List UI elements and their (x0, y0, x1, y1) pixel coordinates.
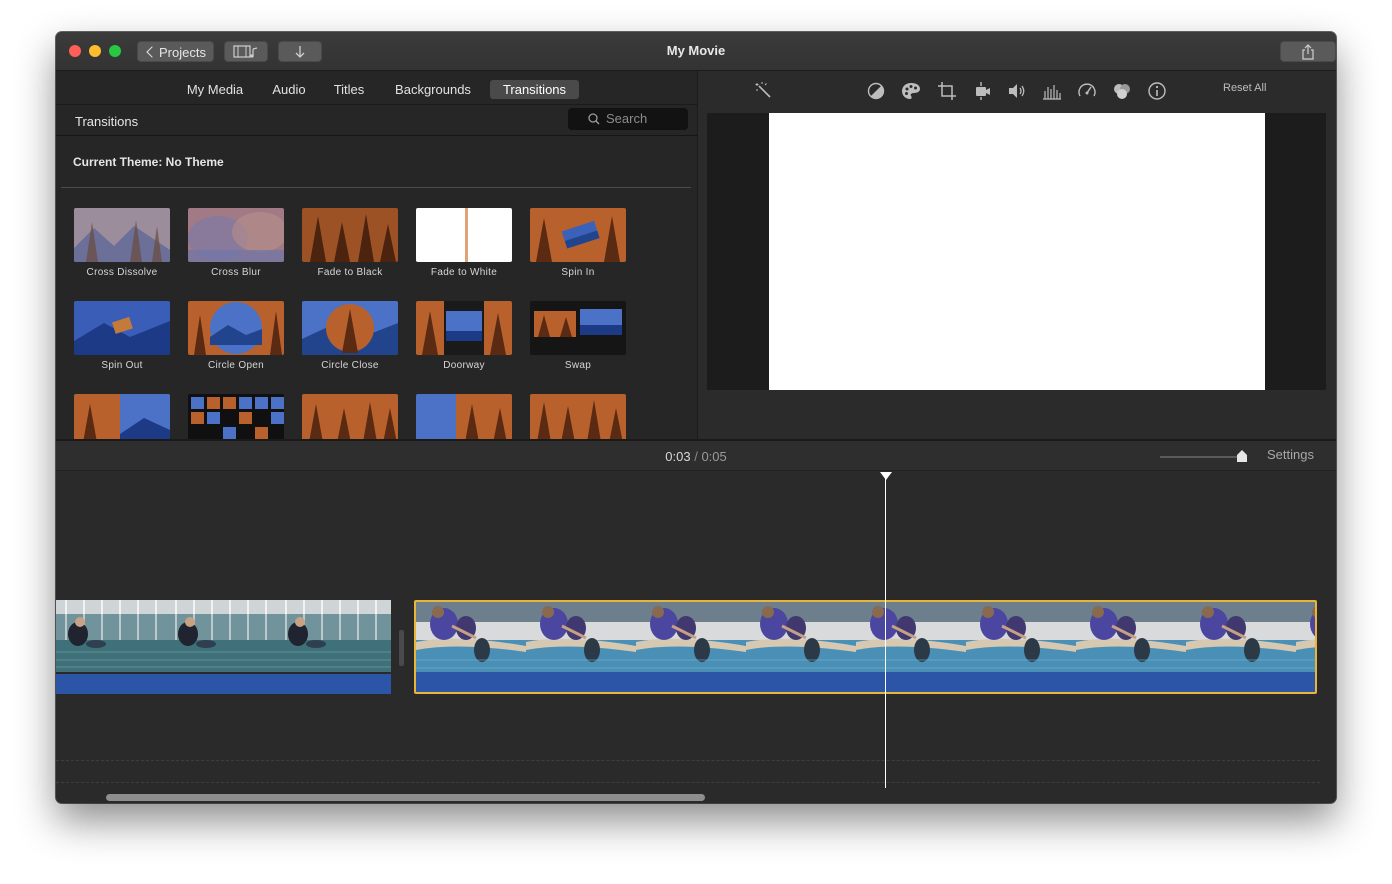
crop-icon (938, 82, 956, 100)
color-correction-icon (902, 83, 920, 99)
transition-label: Circle Open (207, 360, 265, 371)
clip-video-track (416, 602, 1315, 676)
color-correction-button[interactable] (901, 81, 921, 101)
transition-label: Doorway (443, 360, 485, 371)
color-balance-icon (867, 82, 885, 100)
transition-thumb-cross-dissolve[interactable] (74, 208, 170, 262)
clip-video-track (56, 600, 391, 673)
transition-thumb-circle-open[interactable] (188, 301, 284, 355)
info-icon (1148, 82, 1166, 100)
speed-icon (1078, 83, 1096, 97)
transition-thumb-circle-close[interactable] (302, 301, 398, 355)
noise-reduction-button[interactable] (1112, 81, 1132, 101)
noise-reduction-icon (1114, 84, 1130, 99)
transition-label: Circle Close (321, 360, 379, 371)
current-time: 0:03 (665, 449, 691, 464)
timecode: 0:03 / 0:05 (56, 449, 1336, 464)
settings-button[interactable]: Settings (1267, 447, 1314, 462)
color-balance-button[interactable] (866, 81, 886, 101)
equalizer-button[interactable] (1042, 81, 1062, 101)
duration: 0:05 (701, 449, 727, 464)
search-placeholder: Search (606, 111, 648, 126)
transition-thumb-doorway[interactable] (416, 301, 512, 355)
transition-thumb-spin-out[interactable] (74, 301, 170, 355)
timeline-clip-1[interactable] (56, 600, 391, 694)
tab-transitions[interactable]: Transitions (490, 80, 579, 99)
playhead-marker[interactable] (880, 472, 892, 480)
transition-thumb-spin-in[interactable] (530, 208, 626, 262)
volume-button[interactable] (1007, 81, 1027, 101)
timeline-clip-2[interactable] (414, 600, 1317, 694)
stabilization-button[interactable] (972, 81, 992, 101)
transition-thumb-fade-to-white[interactable] (416, 208, 512, 262)
current-theme-label: Current Theme: No Theme (73, 155, 224, 169)
search-icon (588, 113, 600, 125)
stabilization-icon (976, 82, 990, 100)
transition-thumb-fade-to-black[interactable] (302, 208, 398, 262)
equalizer-icon (1043, 85, 1061, 100)
divider (61, 187, 691, 188)
tab-titles[interactable]: Titles (328, 80, 370, 99)
crop-button[interactable] (937, 81, 957, 101)
transition-thumb[interactable] (188, 394, 284, 439)
timeline-scrollbar[interactable] (106, 794, 705, 801)
magic-wand-button[interactable] (754, 81, 774, 101)
share-button[interactable] (1280, 41, 1336, 62)
share-icon (1302, 43, 1314, 60)
browser-tabs: My Media Audio Titles Backgrounds Transi… (56, 71, 697, 105)
video-preview[interactable] (769, 113, 1265, 390)
section-title: Transitions (75, 114, 139, 129)
content-browser: My Media Audio Titles Backgrounds Transi… (56, 71, 698, 439)
window-title: My Movie (666, 43, 726, 58)
search-field[interactable]: Search (568, 108, 688, 130)
section-header: Transitions Search (56, 105, 697, 136)
speed-button[interactable] (1077, 81, 1097, 101)
transition-label: Spin In (561, 267, 595, 278)
track-guide (56, 782, 1320, 783)
zoom-slider-knob[interactable] (1236, 449, 1248, 463)
transition-label: Swap (564, 360, 592, 371)
playhead[interactable] (885, 478, 886, 788)
transition-thumb[interactable] (416, 394, 512, 439)
transition-thumb[interactable] (302, 394, 398, 439)
clip-audio-track (416, 672, 1315, 692)
transition-thumb[interactable] (530, 394, 626, 439)
info-button[interactable] (1147, 81, 1167, 101)
viewer-pane: Reset All (698, 71, 1336, 439)
magic-wand-icon (755, 82, 771, 98)
zoom-slider-track[interactable] (1160, 456, 1242, 458)
transition-label: Cross Dissolve (86, 267, 158, 278)
transition-thumb[interactable] (74, 394, 170, 439)
clip-trim-handle[interactable] (399, 630, 404, 666)
transition-thumb-swap[interactable] (530, 301, 626, 355)
track-guide (56, 760, 1320, 761)
tab-my-media[interactable]: My Media (181, 80, 249, 99)
title-bar: Projects My Movie (56, 32, 1336, 71)
transition-label: Fade to Black (317, 267, 383, 278)
transition-label: Cross Blur (211, 267, 261, 278)
transition-label: Spin Out (101, 360, 143, 371)
clip-audio-track (56, 674, 391, 694)
tab-audio[interactable]: Audio (266, 80, 312, 99)
transition-label: Fade to White (430, 267, 498, 278)
transition-thumb-cross-blur[interactable] (188, 208, 284, 262)
timeline-header: 0:03 / 0:05 Settings (56, 441, 1336, 471)
time-separator: / (694, 449, 698, 464)
volume-icon (1009, 84, 1025, 98)
reset-all-button[interactable]: Reset All (1223, 82, 1266, 94)
tab-backgrounds[interactable]: Backgrounds (389, 80, 477, 99)
imovie-window: Projects My Movie My Media Audio Titles … (56, 32, 1336, 803)
